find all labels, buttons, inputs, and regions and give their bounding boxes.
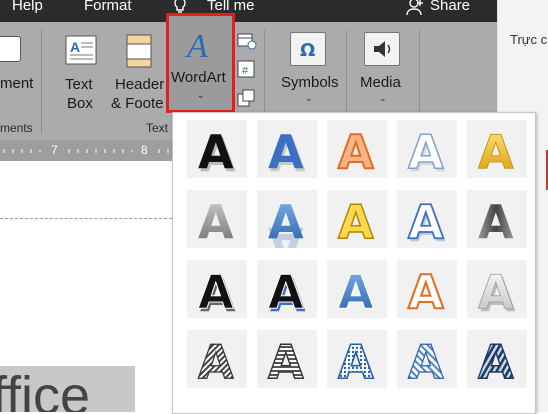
svg-text:A: A	[268, 335, 304, 388]
wordart-style-pattern-gray-stripes[interactable]: A	[257, 330, 317, 388]
tell-me-search[interactable]: Tell me	[207, 0, 255, 14]
separator	[41, 30, 42, 134]
header-footer-button[interactable]: Header & Foote	[110, 30, 168, 118]
svg-text:A: A	[268, 265, 304, 318]
margin-guide	[0, 218, 172, 219]
header-footer-label-2: & Foote	[111, 95, 164, 112]
svg-text:A: A	[198, 335, 234, 388]
title-bar: Help Format Tell me Share	[0, 0, 497, 22]
wordart-style-pattern-blue-stripes[interactable]: A	[397, 330, 457, 388]
wordart-label: WordArt	[171, 69, 226, 86]
svg-text:A: A	[198, 265, 234, 318]
text-box-button[interactable]: A Text Box	[57, 30, 107, 118]
field-icon[interactable]: #	[237, 60, 255, 78]
wordart-style-pattern-blue-dots[interactable]: A	[327, 330, 387, 388]
partial-button-label: ment	[0, 75, 34, 92]
wordart-style-gradient-dark-gray[interactable]: A	[467, 190, 527, 248]
svg-text:A: A	[185, 28, 208, 62]
tab-format[interactable]: Format	[84, 0, 132, 14]
wordart-style-fill-black-text1-shadow[interactable]: AA	[187, 120, 247, 178]
svg-text:#: #	[242, 65, 249, 77]
svg-text:A: A	[268, 195, 304, 248]
wordart-style-fill-blue-accent1-bevel[interactable]: A	[327, 260, 387, 318]
media-button[interactable]: Media ⌄	[354, 30, 410, 118]
symbols-button[interactable]: Ω Symbols ⌄	[276, 30, 342, 118]
speaker-icon	[364, 32, 400, 66]
media-label: Media	[360, 74, 401, 91]
share-button[interactable]: Share	[430, 0, 470, 14]
wordart-style-fill-white-outline-accent2[interactable]: A	[397, 260, 457, 318]
svg-text:A: A	[478, 335, 514, 388]
wordart-style-fill-white-outline-accent1-glow[interactable]: AA	[397, 190, 457, 248]
wordart-style-fill-gold-accent4-soft-bevel[interactable]: A	[467, 120, 527, 178]
object-icon[interactable]	[237, 89, 255, 107]
svg-text:A: A	[198, 195, 234, 248]
wordart-style-fill-light-gray-shadow[interactable]: AA	[467, 260, 527, 318]
document-text: ffice	[0, 366, 91, 412]
svg-text:A: A	[478, 265, 514, 318]
svg-text:A: A	[198, 125, 234, 178]
svg-text:A: A	[408, 195, 444, 248]
tab-help[interactable]: Help	[12, 0, 43, 14]
group-label-text: Text	[146, 121, 169, 135]
wordart-style-fill-gold-accent4-outline[interactable]: A	[327, 190, 387, 248]
wordart-style-gradient-gray-text[interactable]: A	[187, 190, 247, 248]
wordart-style-fill-white-outline-accent1-shadow[interactable]: AA	[397, 120, 457, 178]
ruler-mark: 8	[141, 143, 148, 157]
header-footer-label-1: Header	[115, 76, 165, 93]
svg-text:A: A	[70, 39, 80, 55]
wordart-style-pattern-navy-dashes[interactable]: A	[467, 330, 527, 388]
person-icon	[405, 0, 425, 17]
svg-text:A: A	[478, 195, 514, 248]
symbols-label: Symbols	[281, 74, 339, 91]
wordart-button[interactable]: A WordArt ⌄	[166, 13, 235, 113]
wordart-style-gradient-blue-reflection[interactable]: AA	[257, 190, 317, 248]
svg-text:A: A	[478, 125, 514, 178]
wordart-a-icon: A	[183, 26, 219, 65]
wordart-style-fill-blue-accent1-shadow[interactable]: AA	[257, 120, 317, 178]
date-time-icon[interactable]	[237, 32, 257, 50]
svg-text:Ω: Ω	[300, 40, 315, 61]
svg-text:A: A	[338, 265, 374, 318]
svg-text:A: A	[338, 125, 374, 178]
text-box-label-2: Box	[67, 95, 93, 112]
svg-text:A: A	[408, 125, 444, 178]
omega-icon: Ω	[290, 32, 326, 66]
group-label-left: ments	[0, 121, 33, 135]
svg-text:A: A	[338, 335, 374, 388]
wordart-style-fill-orange-accent2-outline[interactable]: A	[327, 120, 387, 178]
side-pane-text: Trực c	[510, 32, 548, 47]
header-footer-icon	[126, 34, 152, 68]
wordart-style-fill-black-white-shadow[interactable]: AA	[187, 260, 247, 318]
svg-text:A: A	[268, 125, 304, 178]
chevron-down-icon: ⌄	[305, 93, 313, 103]
wordart-style-fill-black-blue-offset-shadow[interactable]: AA	[257, 260, 317, 318]
partial-ribbon-icon[interactable]	[0, 36, 21, 62]
wordart-style-pattern-dark-gray-stripes[interactable]: A	[187, 330, 247, 388]
svg-text:A: A	[408, 335, 444, 388]
horizontal-ruler: 7 8	[0, 140, 172, 161]
ruler-mark: 7	[51, 143, 58, 157]
wordart-gallery: AAAAAAAAAAAAAAAAAAAAAAAAAAAA	[172, 112, 536, 414]
document-text-selection[interactable]: ffice	[0, 366, 135, 412]
chevron-down-icon: ⌄	[197, 90, 205, 100]
svg-text:A: A	[408, 265, 444, 318]
text-box-label-1: Text	[65, 76, 93, 93]
svg-text:A: A	[338, 195, 374, 248]
chevron-down-icon: ⌄	[379, 93, 387, 103]
textbox-icon: A	[65, 35, 97, 65]
